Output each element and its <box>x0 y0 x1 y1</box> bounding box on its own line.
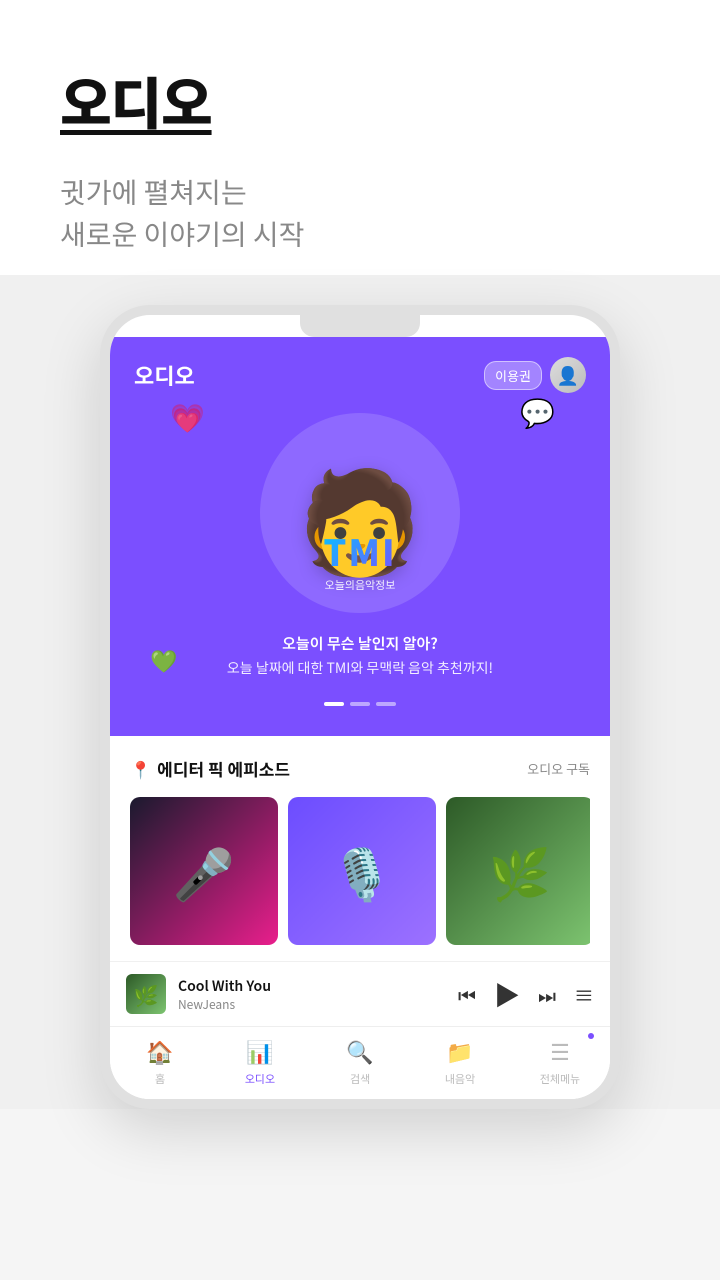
user-badge: 이용권 <box>484 361 542 390</box>
nav-mymusic-label: 내음악 <box>445 1071 475 1087</box>
banner-text-main: 오늘이 무슨 날인지 알아? <box>227 633 493 654</box>
hero-section: 오디오 귓가에 펼쳐지는 새로운 이야기의 시작 <box>0 0 720 275</box>
app-banner: 오디오 이용권 👤 💗 💬 💚 🧑 TMI 오늘의음악정보 <box>110 337 610 736</box>
banner-main-content: 🧑 TMI 오늘의음악정보 오늘이 무슨 날인지 알아? 오늘 날짜에 대한 T… <box>134 403 586 706</box>
now-playing-bar[interactable]: 🌿 Cool With You NewJeans ⏮ ▶ ⏭ ≡ <box>110 961 610 1026</box>
green-heart-icon: 💚 <box>150 644 177 676</box>
avatar[interactable]: 👤 <box>550 357 586 393</box>
phone-notch <box>300 315 420 337</box>
nav-home[interactable]: 🏠 홈 <box>130 1035 190 1087</box>
app-banner-header: 오디오 이용권 👤 <box>134 357 586 393</box>
np-artist: NewJeans <box>178 996 446 1013</box>
prev-button[interactable]: ⏮ <box>458 980 476 1009</box>
nav-search-label: 검색 <box>350 1071 370 1087</box>
play-button[interactable]: ▶ <box>494 976 520 1013</box>
banner-dot-2[interactable] <box>350 702 370 706</box>
banner-image-circle: 🧑 TMI 오늘의음악정보 <box>260 413 460 613</box>
banner-dot-3[interactable] <box>376 702 396 706</box>
np-thumbnail: 🌿 <box>126 974 166 1014</box>
folder-icon: 📁 <box>446 1035 473 1067</box>
app-logo: 오디오 <box>134 359 195 391</box>
episode-card-2[interactable]: 🎙️ <box>288 797 436 945</box>
app-user-area: 이용권 👤 <box>484 357 586 393</box>
nav-audio[interactable]: 📊 오디오 <box>230 1035 290 1087</box>
phone-mockup: 오디오 이용권 👤 💗 💬 💚 🧑 TMI 오늘의음악정보 <box>100 305 620 1109</box>
next-button[interactable]: ⏭ <box>538 980 556 1009</box>
audio-icon: 📊 <box>246 1035 273 1067</box>
heart-icon: 💗 <box>170 397 205 437</box>
np-info: Cool With You NewJeans <box>178 976 446 1013</box>
banner-text-area: 오늘이 무슨 날인지 알아? 오늘 날짜에 대한 TMI와 무맥락 음악 추천까… <box>207 623 513 688</box>
section-header: 📍 에디터 픽 에피소드 오디오 구독 <box>130 756 590 781</box>
playlist-button[interactable]: ≡ <box>574 980 594 1009</box>
tmi-subtitle: 오늘의음악정보 <box>323 577 396 593</box>
ep-card-3-image: 🌿 <box>446 797 590 945</box>
tmi-title: TMI <box>323 525 396 577</box>
banner-dots <box>324 702 396 706</box>
banner-text-sub: 오늘 날짜에 대한 TMI와 무맥락 음악 추천까지! <box>227 658 493 678</box>
chat-icon: 💬 <box>520 392 555 432</box>
section-action[interactable]: 오디오 구독 <box>527 759 590 778</box>
ep-card-2-image: 🎙️ <box>288 797 436 945</box>
nav-audio-label: 오디오 <box>245 1071 275 1087</box>
episode-card-3[interactable]: 🌿 <box>446 797 590 945</box>
nav-home-label: 홈 <box>155 1071 165 1087</box>
ep-card-1-image: 🎤 <box>130 797 278 945</box>
nav-menu-label: 전체메뉴 <box>540 1071 580 1087</box>
episode-card-1[interactable]: 🎤 <box>130 797 278 945</box>
banner-dot-1[interactable] <box>324 702 344 706</box>
nav-search[interactable]: 🔍 검색 <box>330 1035 390 1087</box>
episode-cards: 🎤 🎙️ 🌿 <box>130 797 590 945</box>
search-icon: 🔍 <box>346 1035 373 1067</box>
home-icon: 🏠 <box>146 1035 173 1067</box>
nav-menu[interactable]: ☰ 전체메뉴 <box>530 1035 590 1087</box>
phone-wrapper: 오디오 이용권 👤 💗 💬 💚 🧑 TMI 오늘의음악정보 <box>0 275 720 1109</box>
episode-section: 📍 에디터 픽 에피소드 오디오 구독 🎤 🎙️ 🌿 <box>110 736 610 961</box>
nav-mymusic[interactable]: 📁 내음악 <box>430 1035 490 1087</box>
bottom-nav: 🏠 홈 📊 오디오 🔍 검색 📁 내음악 ☰ 전체메뉴 <box>110 1026 610 1099</box>
np-title: Cool With You <box>178 976 446 996</box>
hero-title: 오디오 <box>60 60 660 141</box>
hero-subtitle: 귓가에 펼쳐지는 새로운 이야기의 시작 <box>60 171 660 255</box>
menu-icon: ☰ <box>550 1035 570 1067</box>
tmi-label: TMI 오늘의음악정보 <box>323 525 396 593</box>
section-title: 📍 에디터 픽 에피소드 <box>130 756 290 781</box>
app-content: 오디오 이용권 👤 💗 💬 💚 🧑 TMI 오늘의음악정보 <box>110 337 610 1099</box>
np-controls: ⏮ ▶ ⏭ ≡ <box>458 976 594 1013</box>
pin-icon: 📍 <box>130 756 151 781</box>
